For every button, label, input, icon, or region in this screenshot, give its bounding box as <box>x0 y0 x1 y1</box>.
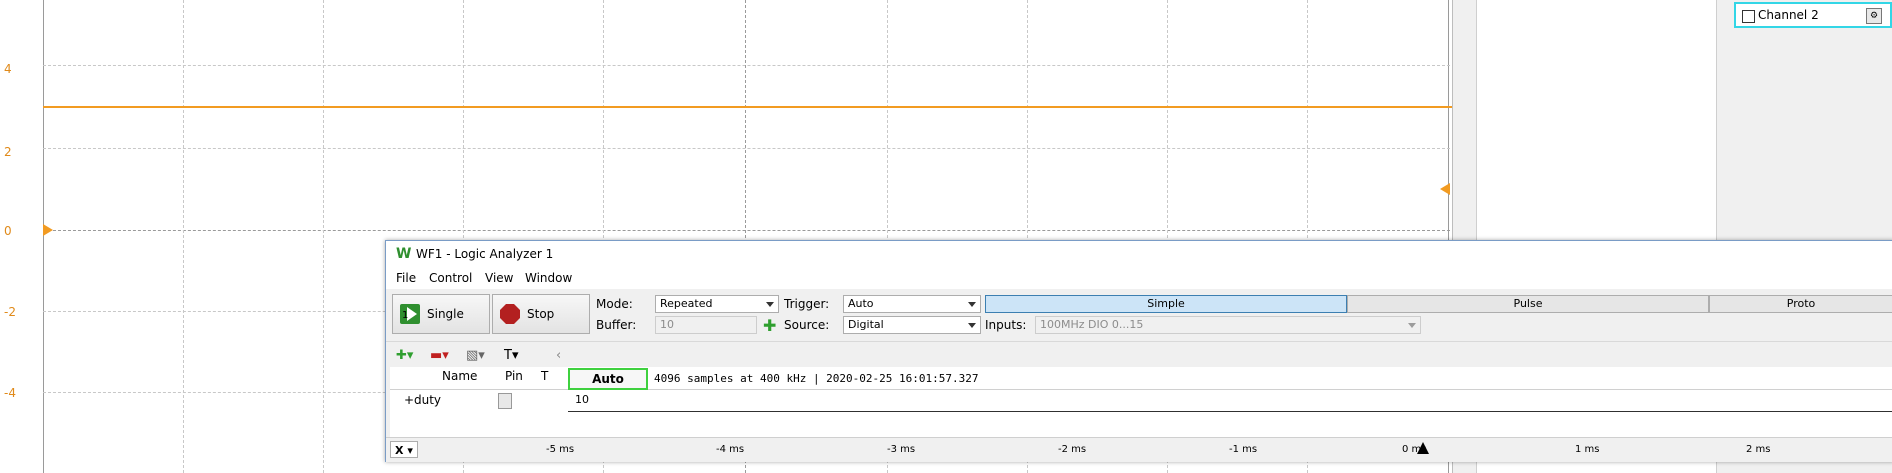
y-axis-label: 0 <box>4 224 12 238</box>
time-tick: -5 ms <box>546 444 575 455</box>
stop-label: Stop <box>527 307 555 321</box>
buffer-spinbox[interactable]: 10 <box>655 316 757 334</box>
channel-2-entry[interactable]: Channel 2 ⚙ <box>1734 2 1892 28</box>
channel-2-label: Channel 2 <box>1758 8 1819 22</box>
inputs-value: 100MHz DIO 0...15 <box>1040 318 1144 331</box>
format-icon[interactable]: ▧▾ <box>466 348 485 363</box>
mode-select[interactable]: Repeated <box>655 295 779 313</box>
offset-marker-icon[interactable] <box>43 224 53 236</box>
y-axis-label: -4 <box>4 386 16 400</box>
add-trigger-icon[interactable]: ✚ <box>763 316 776 335</box>
single-label: Single <box>427 307 464 321</box>
y-axis-label: 2 <box>4 145 12 159</box>
time-tick: -3 ms <box>887 444 916 455</box>
trigger-level-marker-icon[interactable] <box>1440 183 1450 195</box>
channel-2-checkbox[interactable] <box>1742 10 1755 23</box>
column-header-trigger: T <box>541 369 549 383</box>
y-axis-label: -2 <box>4 305 16 319</box>
grid-line-zero <box>43 230 1470 231</box>
collapse-arrow-icon[interactable]: ‹ <box>556 348 561 363</box>
menu-view[interactable]: View <box>485 271 513 285</box>
bus-trace <box>568 411 1892 412</box>
chevron-down-icon <box>968 323 976 328</box>
single-run-icon: 1 <box>400 304 420 324</box>
toolbar: 1 Single Stop Mode: Repeated Buffer: 10 … <box>386 289 1892 341</box>
trigger-type-icon[interactable]: T▾ <box>504 348 518 363</box>
chevron-down-icon <box>1408 323 1416 328</box>
time-tick: -4 ms <box>716 444 745 455</box>
remove-channel-icon[interactable]: ▬▾ <box>430 348 449 363</box>
inputs-select[interactable]: 100MHz DIO 0...15 <box>1035 316 1421 334</box>
tab-pulse[interactable]: Pulse <box>1347 295 1709 313</box>
column-header-pin: Pin <box>505 369 523 383</box>
row-value-duty: 10 <box>575 393 589 406</box>
add-channel-icon[interactable]: ✚▾ <box>396 348 413 363</box>
source-label: Source: <box>784 318 830 332</box>
chevron-down-icon <box>968 302 976 307</box>
signal-trace <box>43 106 1470 108</box>
channel-toolbar: ✚▾ ▬▾ ▧▾ T▾ ‹ <box>386 341 1892 368</box>
time-axis-bar: X ▾ -5 ms -4 ms -3 ms -2 ms -1 ms 0 ms 1… <box>386 437 1892 462</box>
settings-icon[interactable]: ⚙ <box>1866 8 1882 24</box>
y-axis-label: 4 <box>4 62 12 76</box>
tab-protocol[interactable]: Proto <box>1709 295 1892 313</box>
svg-text:1: 1 <box>402 310 408 321</box>
time-tick: 1 ms <box>1575 444 1600 455</box>
stop-icon <box>500 304 520 324</box>
window-title: WF1 - Logic Analyzer 1 <box>416 247 554 261</box>
auto-button[interactable]: Auto <box>568 368 648 390</box>
trigger-label: Trigger: <box>784 297 830 311</box>
menu-file[interactable]: File <box>396 271 416 285</box>
grid-line <box>183 0 184 473</box>
column-header-name: Name <box>442 369 478 383</box>
title-bar[interactable]: W WF1 - Logic Analyzer 1 <box>386 241 1892 267</box>
grid-line <box>43 148 1470 149</box>
inputs-label: Inputs: <box>985 318 1027 332</box>
plot-left-border <box>43 0 44 473</box>
mode-value: Repeated <box>660 297 713 310</box>
x-axis-label: X <box>395 444 404 457</box>
source-select[interactable]: Digital <box>843 316 981 334</box>
menu-window[interactable]: Window <box>525 271 572 285</box>
menu-control[interactable]: Control <box>429 271 472 285</box>
grid-line <box>323 0 324 473</box>
trigger-select[interactable]: Auto <box>843 295 981 313</box>
tab-simple[interactable]: Simple <box>985 295 1347 313</box>
single-button[interactable]: 1 Single <box>392 294 490 334</box>
trigger-position-icon[interactable] <box>1417 442 1429 454</box>
time-tick: -2 ms <box>1058 444 1087 455</box>
buffer-value: 10 <box>660 318 674 331</box>
source-value: Digital <box>848 318 884 331</box>
time-tick: 2 ms <box>1746 444 1771 455</box>
time-tick: -1 ms <box>1229 444 1258 455</box>
row-name-duty[interactable]: duty <box>414 393 441 407</box>
trigger-value: Auto <box>848 297 874 310</box>
chevron-down-icon <box>766 302 774 307</box>
mode-label: Mode: <box>596 297 633 311</box>
expand-icon[interactable]: + <box>404 393 414 407</box>
stop-button[interactable]: Stop <box>492 294 590 334</box>
waveforms-logo-icon: W <box>396 246 412 262</box>
row-format-icon[interactable] <box>498 393 512 409</box>
buffer-label: Buffer: <box>596 318 637 332</box>
grid-line <box>43 65 1470 66</box>
logic-analyzer-window[interactable]: W WF1 - Logic Analyzer 1 File Control Vi… <box>385 240 1892 462</box>
x-axis-select[interactable]: X ▾ <box>390 441 418 458</box>
acquisition-info: 4096 samples at 400 kHz | 2020-02-25 16:… <box>654 372 979 385</box>
menu-bar: File Control View Window <box>386 267 1892 289</box>
